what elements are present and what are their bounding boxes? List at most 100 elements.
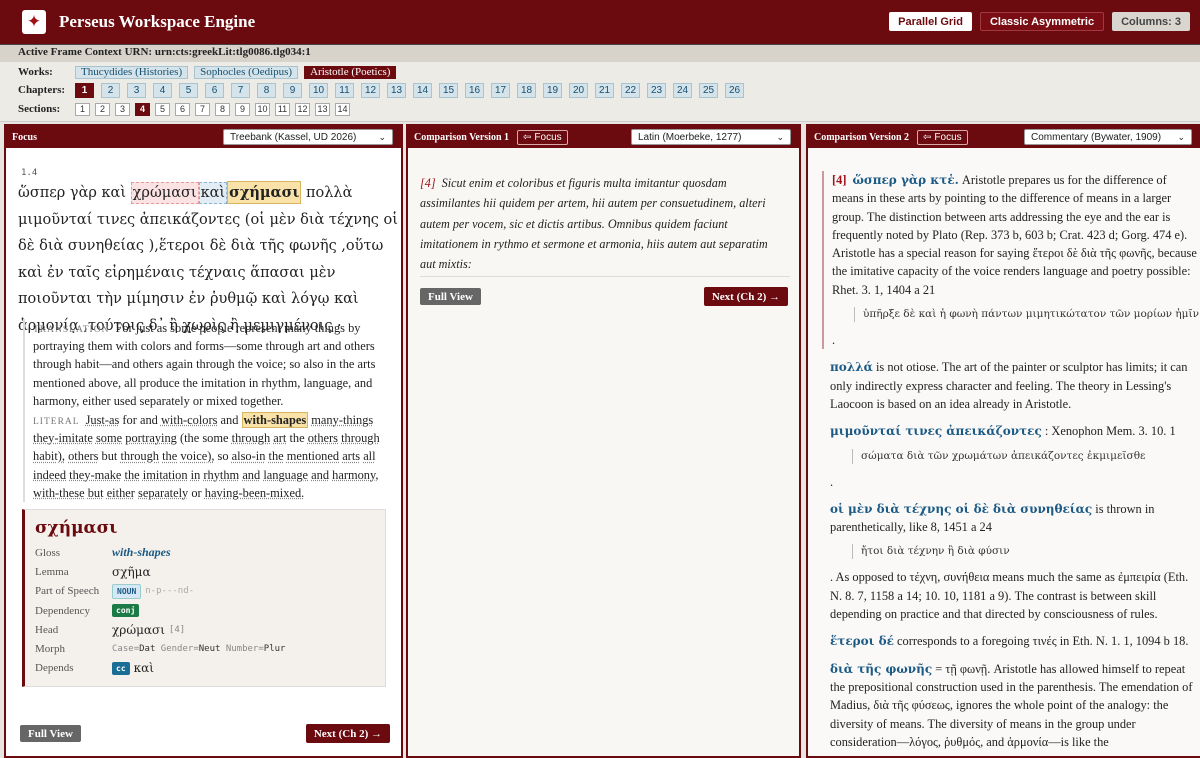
literal-word[interactable]: art bbox=[273, 431, 286, 445]
section-chip-1[interactable]: 1 bbox=[75, 102, 90, 116]
literal-word[interactable]: the bbox=[269, 449, 284, 463]
literal-word[interactable]: language bbox=[263, 468, 308, 482]
chapter-chip-9[interactable]: 9 bbox=[283, 82, 302, 98]
section-chip-5[interactable]: 5 bbox=[155, 102, 170, 116]
literal-word[interactable]: Just-as bbox=[86, 413, 120, 427]
literal-word[interactable]: harmony, bbox=[332, 468, 378, 482]
chapter-chip-22[interactable]: 22 bbox=[621, 82, 640, 98]
literal-word[interactable]: in bbox=[191, 468, 201, 482]
comparison-1-focus-button[interactable]: ⇦ Focus bbox=[517, 129, 568, 145]
literal-word[interactable]: mentioned bbox=[287, 449, 339, 463]
literal-word[interactable]: voice), bbox=[180, 449, 214, 463]
chapter-chip-4[interactable]: 4 bbox=[153, 82, 172, 98]
next-chapter-button[interactable]: Next (Ch 2) → bbox=[305, 724, 390, 743]
chapter-chip-13[interactable]: 13 bbox=[387, 82, 406, 98]
literal-word[interactable]: with-shapes bbox=[241, 412, 309, 429]
token-kai[interactable]: καὶ bbox=[198, 182, 228, 204]
next-chapter-button[interactable]: Next (Ch 2) → bbox=[703, 287, 788, 306]
literal-word[interactable]: some bbox=[202, 431, 228, 445]
chapter-chip-2[interactable]: 2 bbox=[101, 82, 120, 98]
literal-word[interactable]: imitation bbox=[143, 468, 188, 482]
literal-word[interactable]: through bbox=[232, 431, 271, 445]
commentary-lemma[interactable]: οἱ μὲν διὰ τέχνης οἱ δὲ διὰ συνηθείας bbox=[830, 502, 1092, 516]
literal-word[interactable]: or bbox=[191, 486, 201, 500]
literal-word[interactable]: so bbox=[218, 449, 229, 463]
literal-word[interactable]: some bbox=[96, 431, 122, 445]
section-chip-6[interactable]: 6 bbox=[175, 102, 190, 116]
chapter-chip-20[interactable]: 20 bbox=[569, 82, 588, 98]
comparison-1-edition-select[interactable]: Latin (Moerbeke, 1277) ⌄ bbox=[631, 129, 791, 145]
literal-word[interactable]: others bbox=[308, 431, 338, 445]
literal-word[interactable]: but bbox=[102, 449, 118, 463]
head-word[interactable]: χρώμασι bbox=[112, 623, 165, 637]
chapter-chip-14[interactable]: 14 bbox=[413, 82, 432, 98]
section-chip-10[interactable]: 10 bbox=[255, 102, 270, 116]
full-view-button[interactable]: Full View bbox=[420, 288, 481, 305]
section-chip-3[interactable]: 3 bbox=[115, 102, 130, 116]
focus-edition-select[interactable]: Treebank (Kassel, UD 2026) ⌄ bbox=[223, 129, 393, 145]
full-view-button[interactable]: Full View bbox=[20, 725, 81, 742]
literal-word[interactable]: all bbox=[363, 449, 375, 463]
columns-count-button[interactable]: Columns: 3 bbox=[1112, 12, 1190, 31]
chapter-chip-11[interactable]: 11 bbox=[335, 82, 354, 98]
chapter-chip-10[interactable]: 10 bbox=[309, 82, 328, 98]
commentary-lemma[interactable]: πολλά bbox=[830, 360, 873, 374]
literal-word[interactable]: they-make bbox=[69, 468, 121, 482]
chapter-chip-24[interactable]: 24 bbox=[673, 82, 692, 98]
depends-word[interactable]: καὶ bbox=[134, 661, 154, 675]
chapter-chip-18[interactable]: 18 bbox=[517, 82, 536, 98]
literal-word[interactable]: and bbox=[140, 413, 158, 427]
section-chip-7[interactable]: 7 bbox=[195, 102, 210, 116]
section-chip-4[interactable]: 4 bbox=[135, 102, 150, 116]
chapter-chip-15[interactable]: 15 bbox=[439, 82, 458, 98]
chapter-chip-17[interactable]: 17 bbox=[491, 82, 510, 98]
literal-word[interactable]: through bbox=[120, 449, 159, 463]
chapter-chip-8[interactable]: 8 bbox=[257, 82, 276, 98]
chapter-chip-5[interactable]: 5 bbox=[179, 82, 198, 98]
commentary-lemma[interactable]: μιμοῦνταί τινες ἀπεικάζοντες bbox=[830, 424, 1042, 438]
commentary-lemma[interactable]: διὰ τῆς φωνῆς bbox=[830, 662, 932, 676]
chapter-chip-7[interactable]: 7 bbox=[231, 82, 250, 98]
section-chip-14[interactable]: 14 bbox=[335, 102, 350, 116]
literal-word[interactable]: (the bbox=[180, 431, 199, 445]
token-chromasi[interactable]: χρώμασι bbox=[130, 182, 199, 204]
section-chip-12[interactable]: 12 bbox=[295, 102, 310, 116]
chapter-chip-16[interactable]: 16 bbox=[465, 82, 484, 98]
commentary-lemma[interactable]: ὥσπερ γὰρ κτἑ. bbox=[852, 173, 958, 187]
literal-word[interactable]: and bbox=[242, 468, 260, 482]
literal-word[interactable]: with-these bbox=[33, 486, 85, 500]
literal-word[interactable]: rhythm bbox=[203, 468, 239, 482]
literal-word[interactable]: having-been-mixed. bbox=[205, 486, 304, 500]
literal-word[interactable]: habit), bbox=[33, 449, 65, 463]
work-chip-thucydides[interactable]: Thucydides (Histories) bbox=[75, 65, 189, 79]
chapter-chip-3[interactable]: 3 bbox=[127, 82, 146, 98]
section-chip-11[interactable]: 11 bbox=[275, 102, 290, 116]
literal-word[interactable]: the bbox=[162, 449, 177, 463]
comparison-2-edition-select[interactable]: Commentary (Bywater, 1909) ⌄ bbox=[1024, 129, 1192, 145]
chapter-chip-25[interactable]: 25 bbox=[699, 82, 718, 98]
section-chip-9[interactable]: 9 bbox=[235, 102, 250, 116]
section-chip-13[interactable]: 13 bbox=[315, 102, 330, 116]
literal-word[interactable]: separately bbox=[138, 486, 188, 500]
literal-word[interactable]: the bbox=[125, 468, 140, 482]
work-chip-aristotle[interactable]: Aristotle (Poetics) bbox=[304, 65, 397, 79]
chapter-chip-23[interactable]: 23 bbox=[647, 82, 666, 98]
literal-word[interactable]: indeed bbox=[33, 468, 66, 482]
chapter-chip-21[interactable]: 21 bbox=[595, 82, 614, 98]
literal-word[interactable]: through bbox=[341, 431, 380, 445]
literal-word[interactable]: with-colors bbox=[161, 413, 217, 427]
work-chip-sophocles[interactable]: Sophocles (Oedipus) bbox=[194, 65, 299, 79]
comparison-2-focus-button[interactable]: ⇦ Focus bbox=[917, 129, 968, 145]
literal-word[interactable]: and bbox=[311, 468, 329, 482]
literal-word[interactable]: arts bbox=[342, 449, 360, 463]
literal-word[interactable]: the bbox=[289, 431, 304, 445]
literal-word[interactable]: they-imitate bbox=[33, 431, 93, 445]
literal-word[interactable]: but bbox=[88, 486, 104, 500]
chapter-chip-6[interactable]: 6 bbox=[205, 82, 224, 98]
section-chip-2[interactable]: 2 bbox=[95, 102, 110, 116]
chapter-chip-1[interactable]: 1 bbox=[75, 82, 94, 98]
literal-word[interactable]: also-in bbox=[232, 449, 266, 463]
literal-word[interactable]: for bbox=[122, 413, 136, 427]
literal-word[interactable]: portraying bbox=[125, 431, 177, 445]
parallel-grid-button[interactable]: Parallel Grid bbox=[889, 12, 972, 31]
